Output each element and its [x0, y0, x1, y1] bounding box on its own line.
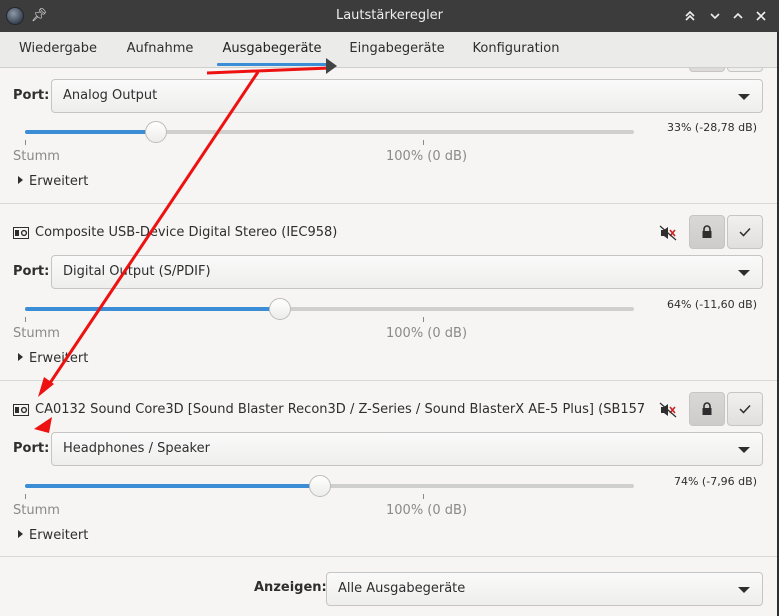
dropdown-arrow-icon	[738, 587, 750, 593]
volume-fill	[25, 130, 156, 134]
device-analog: Port: Analog Output 33% (-28,78 dB) Stum…	[0, 68, 777, 203]
show-filter-label: Anzeigen:	[254, 580, 327, 595]
volume-slider[interactable]	[25, 130, 634, 134]
mute-scale-label: Stumm	[13, 503, 60, 518]
tick-base	[423, 317, 424, 322]
tab-label: Ausgabegeräte	[222, 41, 322, 56]
tab-label: Eingabegeräte	[349, 41, 445, 56]
set-default-button[interactable]	[727, 215, 763, 249]
mute-scale-label: Stumm	[13, 326, 60, 341]
tab-aufnahme[interactable]: Aufnahme	[116, 32, 204, 68]
port-value: Analog Output	[63, 88, 158, 103]
tab-label: Aufnahme	[126, 41, 194, 56]
device-usb-digital: Composite USB-Device Digital Stereo (IEC…	[0, 204, 777, 380]
device-sound-blaster: CA0132 Sound Core3D [Sound Blaster Recon…	[0, 381, 777, 556]
show-filter-value: Alle Ausgabegeräte	[338, 581, 466, 596]
advanced-label: Erweitert	[29, 174, 89, 189]
check-icon	[739, 404, 751, 414]
volume-fill	[25, 307, 280, 311]
device-name: Composite USB-Device Digital Stereo (IEC…	[35, 225, 338, 240]
sound-card-icon	[13, 227, 29, 239]
advanced-label: Erweitert	[29, 351, 89, 366]
speaker-muted-icon[interactable]	[659, 402, 677, 418]
advanced-expander[interactable]: Erweitert	[18, 351, 88, 366]
advanced-label: Erweitert	[29, 528, 89, 543]
expander-triangle-icon	[18, 530, 23, 538]
dropdown-arrow-icon	[738, 270, 750, 276]
volume-readout: 64% (-11,60 dB)	[666, 298, 757, 311]
chevron-up-icon[interactable]	[728, 6, 748, 26]
volume-readout: 74% (-7,96 dB)	[673, 475, 757, 488]
port-value: Digital Output (S/PDIF)	[63, 264, 211, 279]
tick-mute	[25, 317, 26, 322]
tick-base	[423, 494, 424, 499]
volume-knob[interactable]	[269, 298, 291, 320]
footer: Anzeigen: Alle Ausgabegeräte	[0, 556, 777, 616]
tab-eingabegeraete[interactable]: Eingabegeräte	[340, 32, 454, 68]
port-label: Port:	[13, 88, 50, 103]
volume-knob[interactable]	[145, 121, 167, 143]
lock-icon	[702, 225, 712, 238]
lock-icon	[702, 402, 712, 415]
tick-base	[423, 140, 424, 145]
tab-label: Konfiguration	[472, 41, 560, 56]
close-icon[interactable]	[751, 6, 771, 26]
base-scale-label: 100% (0 dB)	[386, 149, 468, 164]
sound-card-icon	[13, 404, 29, 416]
dropdown-arrow-icon	[738, 447, 750, 453]
expander-triangle-icon	[18, 176, 23, 184]
volume-control-window: 📌︎ Lautstärkeregler Wiedergabe Aufnahme …	[0, 0, 779, 616]
active-tab-indicator	[217, 63, 327, 66]
set-default-button[interactable]	[727, 392, 763, 426]
window-title: Lautstärkeregler	[335, 8, 444, 23]
lock-channels-button[interactable]	[689, 392, 725, 426]
tab-label: Wiedergabe	[18, 41, 97, 56]
port-label: Port:	[13, 264, 50, 279]
port-label: Port:	[13, 441, 50, 456]
device-list[interactable]: Port: Analog Output 33% (-28,78 dB) Stum…	[0, 68, 777, 556]
volume-knob[interactable]	[309, 475, 331, 497]
tick-mute	[25, 140, 26, 145]
base-scale-label: 100% (0 dB)	[386, 326, 468, 341]
tab-ausgabegeraete[interactable]: Ausgabegeräte	[211, 32, 333, 68]
volume-fill	[25, 484, 320, 488]
port-select[interactable]: Digital Output (S/PDIF)	[51, 255, 763, 289]
expander-triangle-icon	[18, 353, 23, 361]
titlebar: 📌︎ Lautstärkeregler	[0, 0, 779, 32]
default-button[interactable]	[727, 68, 763, 72]
check-icon	[739, 227, 751, 237]
advanced-expander[interactable]: Erweitert	[18, 174, 88, 189]
port-select[interactable]: Headphones / Speaker	[51, 432, 763, 466]
volume-slider[interactable]	[25, 307, 634, 311]
device-name: CA0132 Sound Core3D [Sound Blaster Recon…	[35, 402, 645, 417]
dropdown-arrow-icon	[738, 94, 750, 100]
show-filter-select[interactable]: Alle Ausgabegeräte	[326, 572, 763, 606]
tab-wiedergabe[interactable]: Wiedergabe	[10, 32, 106, 68]
port-value: Headphones / Speaker	[63, 441, 210, 456]
lock-channels-button[interactable]	[689, 215, 725, 249]
advanced-expander[interactable]: Erweitert	[18, 528, 88, 543]
tab-konfiguration[interactable]: Konfiguration	[462, 32, 570, 68]
port-select[interactable]: Analog Output	[51, 79, 763, 113]
chevron-down-icon[interactable]	[705, 6, 725, 26]
tab-bar: Wiedergabe Aufnahme Ausgabegeräte Eingab…	[0, 32, 779, 68]
speaker-muted-icon[interactable]	[659, 225, 677, 241]
lock-button[interactable]	[689, 68, 725, 72]
mute-scale-label: Stumm	[13, 149, 60, 164]
volume-readout: 33% (-28,78 dB)	[666, 121, 757, 134]
base-scale-label: 100% (0 dB)	[386, 503, 468, 518]
maximize-up-icon[interactable]	[680, 6, 700, 26]
tick-mute	[25, 494, 26, 499]
